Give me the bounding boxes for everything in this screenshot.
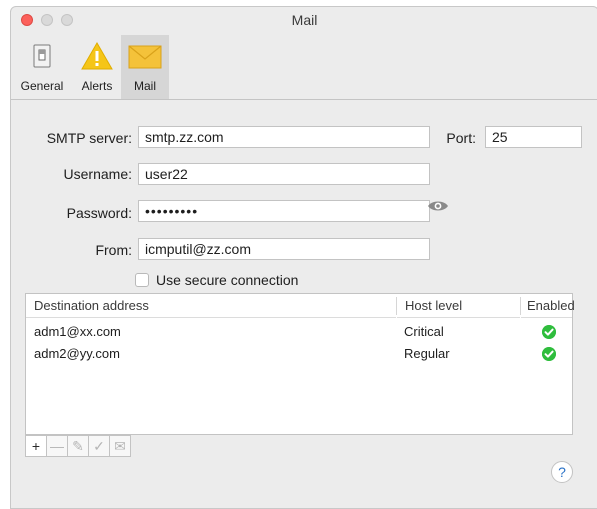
column-header-host-level[interactable]: Host level	[397, 294, 520, 318]
enabled-check-icon[interactable]	[542, 325, 556, 339]
toolbar-label-alerts: Alerts	[81, 79, 113, 93]
add-button[interactable]: +	[25, 435, 47, 457]
title-bar: Mail	[11, 7, 597, 35]
check-button[interactable]: ✓	[88, 435, 110, 457]
row-host-level: Critical	[404, 324, 444, 339]
warning-icon	[81, 41, 113, 70]
row-host-level: Regular	[404, 346, 450, 361]
toolbar-tab-mail[interactable]: Mail	[121, 35, 169, 99]
username-field[interactable]: user22	[138, 163, 430, 185]
from-field[interactable]: icmputil@zz.com	[138, 238, 430, 260]
window-title: Mail	[291, 12, 318, 28]
edit-button[interactable]: ✎	[67, 435, 89, 457]
toolbar-tab-alerts[interactable]: Alerts	[73, 35, 121, 99]
enabled-check-icon[interactable]	[542, 347, 556, 361]
from-label: From:	[95, 242, 132, 258]
username-label: Username:	[63, 166, 132, 182]
destination-table: Destination address Host level Enabled a…	[25, 293, 575, 435]
envelope-icon	[128, 45, 162, 69]
secure-connection-checkbox[interactable]	[135, 273, 149, 287]
smtp-server-label: SMTP server:	[46, 130, 132, 146]
row-address: adm1@xx.com	[34, 324, 121, 339]
toolbar-label-mail: Mail	[133, 79, 156, 93]
send-mail-button[interactable]: ✉	[109, 435, 131, 457]
password-field[interactable]: •••••••••	[138, 200, 430, 222]
show-password-eye-icon[interactable]	[427, 199, 449, 213]
table-button-bar: + — ✎ ✓ ✉	[25, 435, 131, 457]
preferences-toolbar: General Alerts Mail	[11, 35, 597, 100]
switch-icon	[33, 44, 51, 68]
row-address: adm2@yy.com	[34, 346, 120, 361]
port-field[interactable]: 25	[485, 126, 582, 148]
column-header-destination[interactable]: Destination address	[26, 294, 396, 318]
secure-connection-label: Use secure connection	[156, 272, 299, 288]
smtp-server-field[interactable]: smtp.zz.com	[138, 126, 430, 148]
column-header-enabled[interactable]: Enabled	[521, 294, 575, 318]
port-label: Port:	[446, 130, 476, 146]
toolbar-tab-general[interactable]: General	[11, 35, 73, 99]
password-label: Password:	[66, 205, 132, 221]
toolbar-label-general: General	[20, 79, 64, 93]
help-button[interactable]: ?	[551, 461, 573, 483]
remove-button[interactable]: —	[46, 435, 68, 457]
